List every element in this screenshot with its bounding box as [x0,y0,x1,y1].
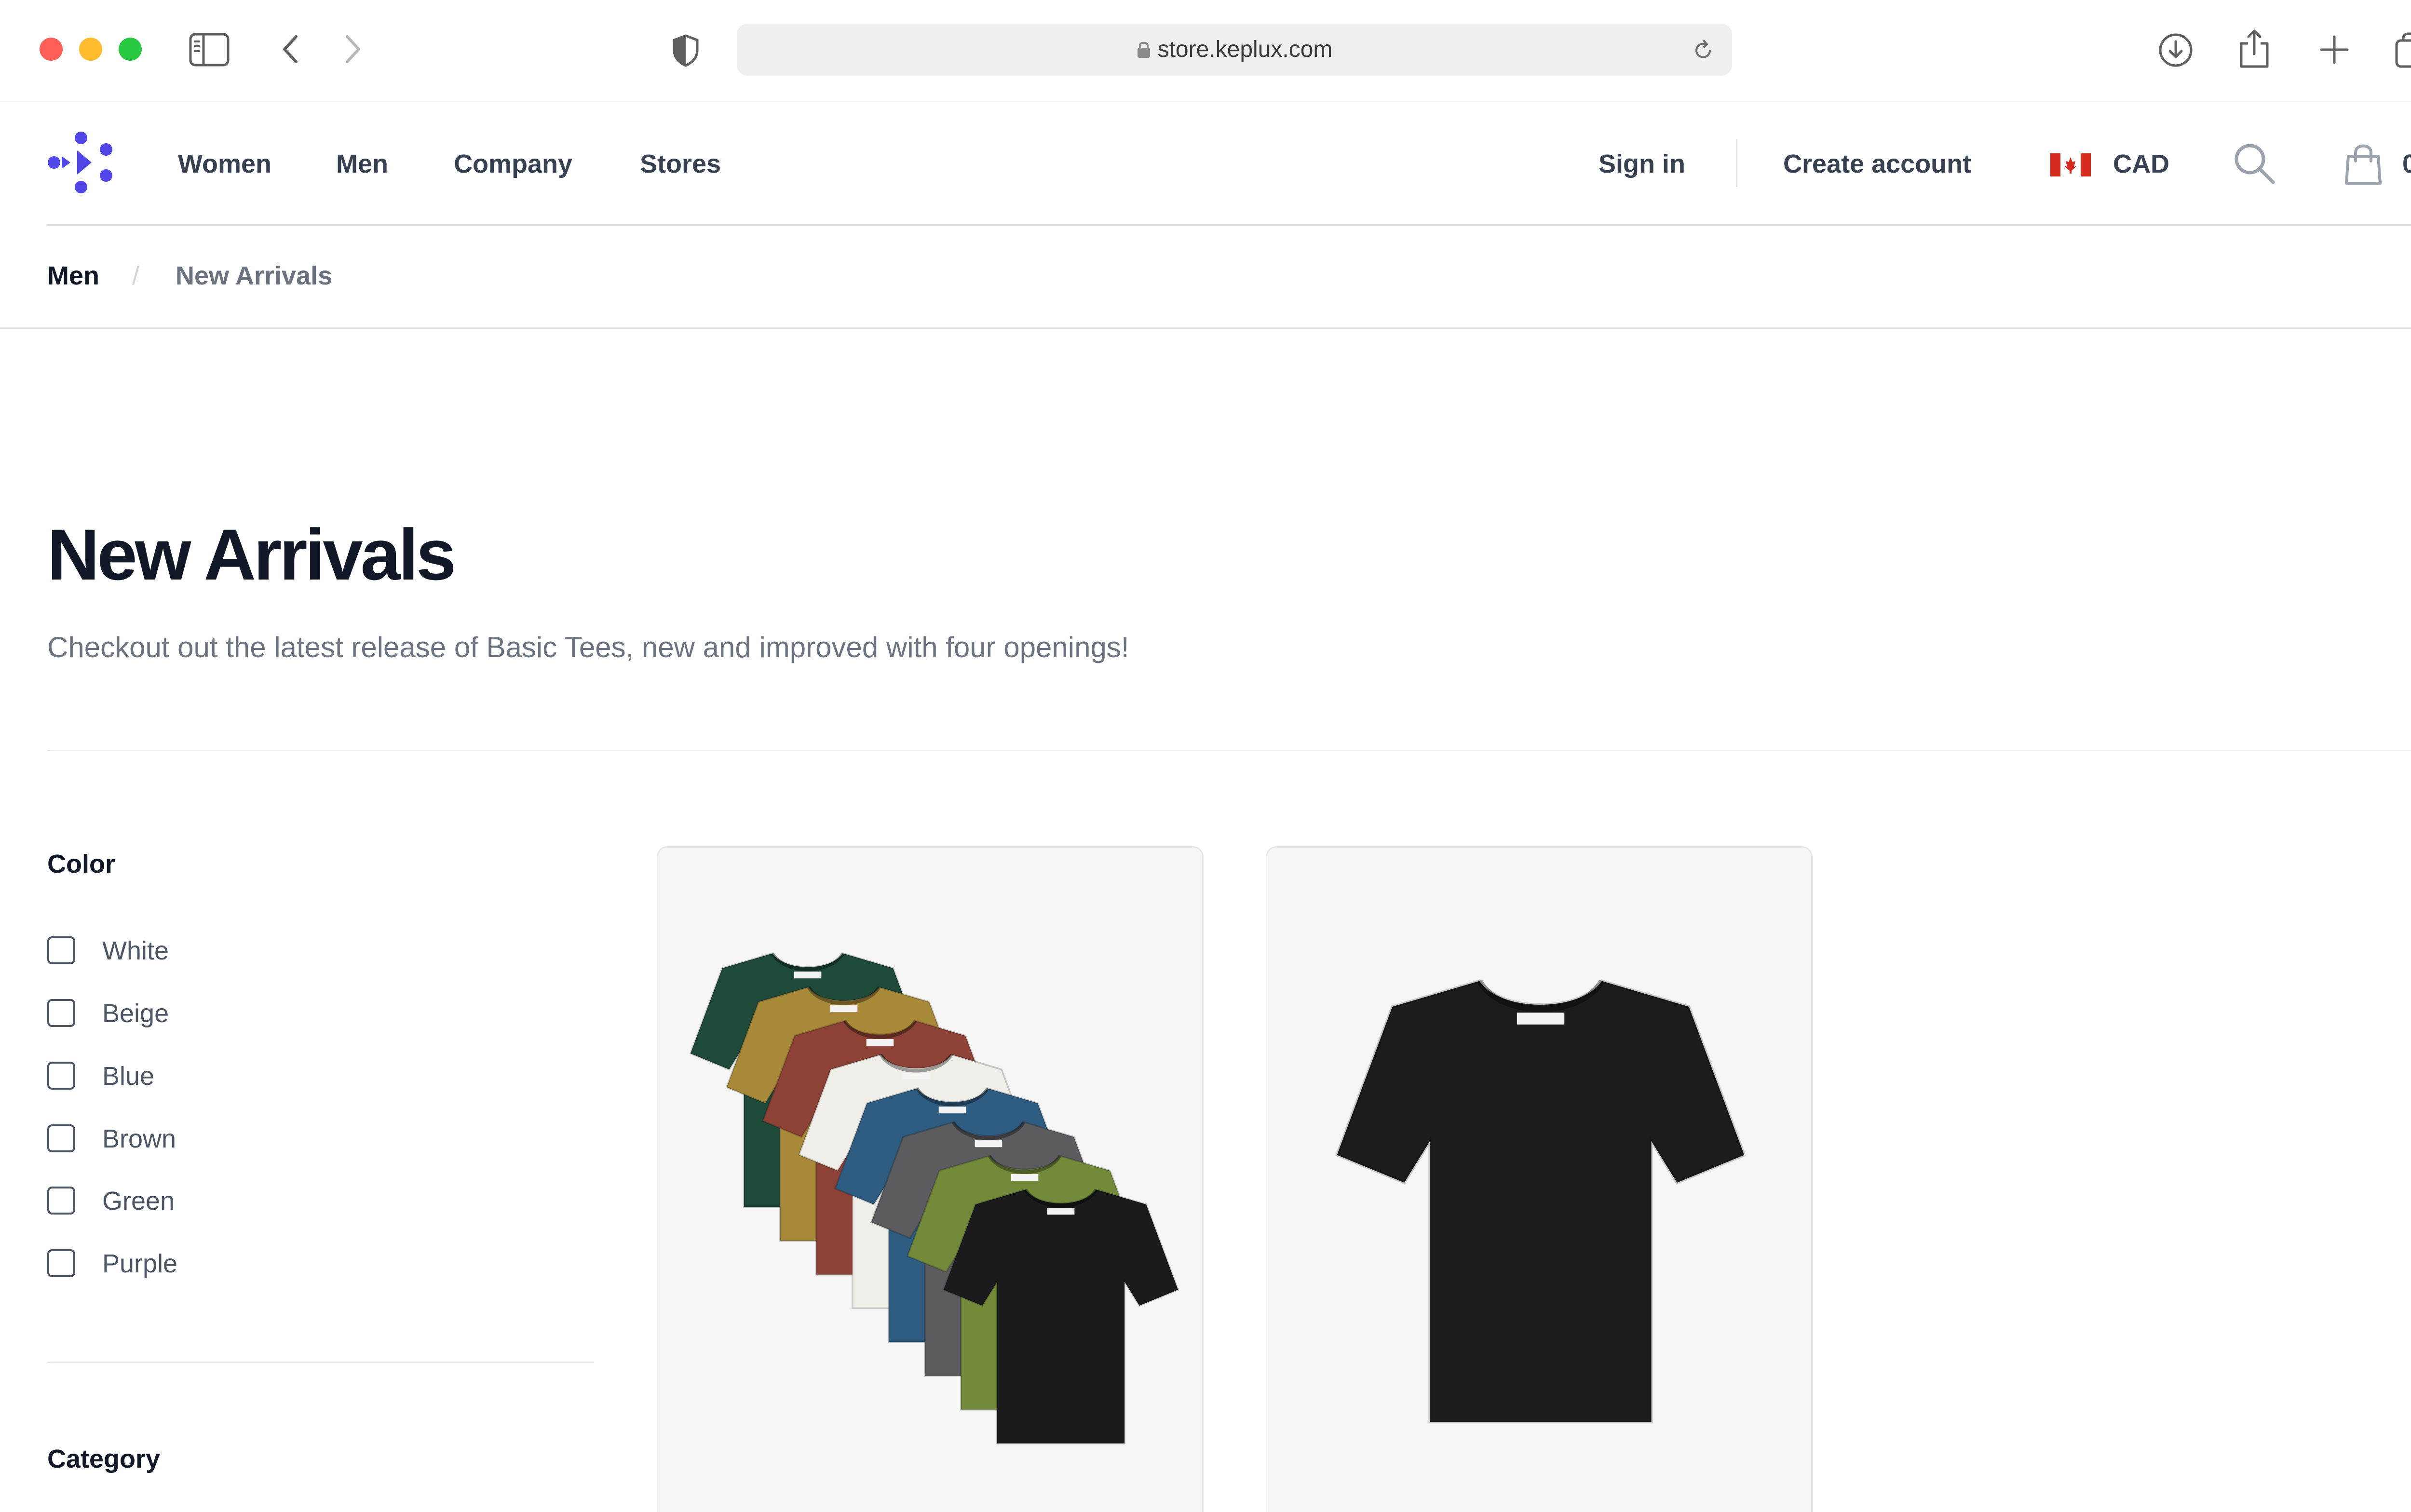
checkbox[interactable] [47,1187,75,1215]
cart-button[interactable]: 0 [2344,141,2411,187]
nav-company[interactable]: Company [454,145,572,183]
option-label: Brown [102,1124,176,1153]
checkbox[interactable] [47,1062,75,1090]
canada-flag-icon [2050,153,2091,176]
share-icon[interactable] [2238,28,2270,68]
page-title: New Arrivals [47,514,456,595]
reload-icon[interactable] [1692,39,1715,62]
downloads-icon[interactable] [2157,32,2194,68]
sidebar-toggle-icon[interactable] [189,33,230,67]
browser-toolbar: store.keplux.com [0,0,2411,102]
sign-in-link[interactable]: Sign in [1598,145,1685,183]
privacy-shield-icon[interactable] [671,34,700,68]
site-header: Women Men Company Stores Sign in Create … [0,102,2411,226]
search-icon[interactable] [2233,142,2276,185]
brand-logo-icon[interactable] [47,131,114,194]
currency-label: CAD [2113,149,2169,178]
tee-illustration [1335,979,1747,1424]
product-card-tee-pack[interactable] [657,846,1204,1512]
shopping-bag-icon [2345,144,2382,185]
checkbox[interactable] [47,936,75,964]
breadcrumb-men[interactable]: Men [47,256,99,295]
color-option-blue[interactable]: Blue [47,1057,433,1095]
checkbox[interactable] [47,1249,75,1277]
url-label: store.keplux.com [1157,37,1333,62]
tab-overview-icon[interactable] [2395,32,2411,68]
new-tab-icon[interactable] [2319,35,2349,65]
category-filter-heading[interactable]: Category [47,1440,160,1478]
breadcrumb-new-arrivals[interactable]: New Arrivals [176,256,332,295]
nav-stores[interactable]: Stores [640,145,721,183]
checkbox[interactable] [47,1124,75,1152]
page-subtitle: Checkout out the latest release of Basic… [47,631,1129,663]
product-image-tee-pack [689,952,1179,1444]
zoom-window-button[interactable] [119,38,142,61]
forward-icon[interactable] [342,34,364,65]
nav-men[interactable]: Men [336,145,388,183]
product-image-black-tee [1335,979,1747,1424]
filter-divider [47,1362,594,1363]
option-label: Green [102,1187,175,1215]
option-label: White [102,936,169,965]
checkbox[interactable] [47,999,75,1027]
currency-selector[interactable]: CAD [2050,145,2176,183]
color-option-green[interactable]: Green [47,1182,433,1220]
product-card-black-tee[interactable] [1266,846,1813,1512]
address-bar[interactable]: store.keplux.com [737,24,1732,76]
color-option-beige[interactable]: Beige [47,994,433,1033]
nav-women[interactable]: Women [178,145,271,183]
create-account-link[interactable]: Create account [1783,145,1971,183]
hero-divider [47,750,2411,751]
breadcrumb: Men / New Arrivals [0,226,2411,329]
color-option-purple[interactable]: Purple [47,1244,433,1283]
back-icon[interactable] [280,34,301,65]
header-separator [1736,139,1737,187]
color-filter-heading: Color [47,850,115,878]
lock-icon [1137,41,1150,58]
color-option-white[interactable]: White [47,932,433,970]
breadcrumb-separator: / [132,261,140,290]
color-option-brown[interactable]: Brown [47,1120,433,1158]
option-label: Purple [102,1249,178,1278]
minimize-window-button[interactable] [79,38,102,61]
url-text: store.keplux.com [737,24,1732,76]
option-label: Beige [102,999,169,1028]
close-window-button[interactable] [40,38,63,61]
option-label: Blue [102,1062,155,1091]
cart-count: 0 [2402,149,2411,178]
